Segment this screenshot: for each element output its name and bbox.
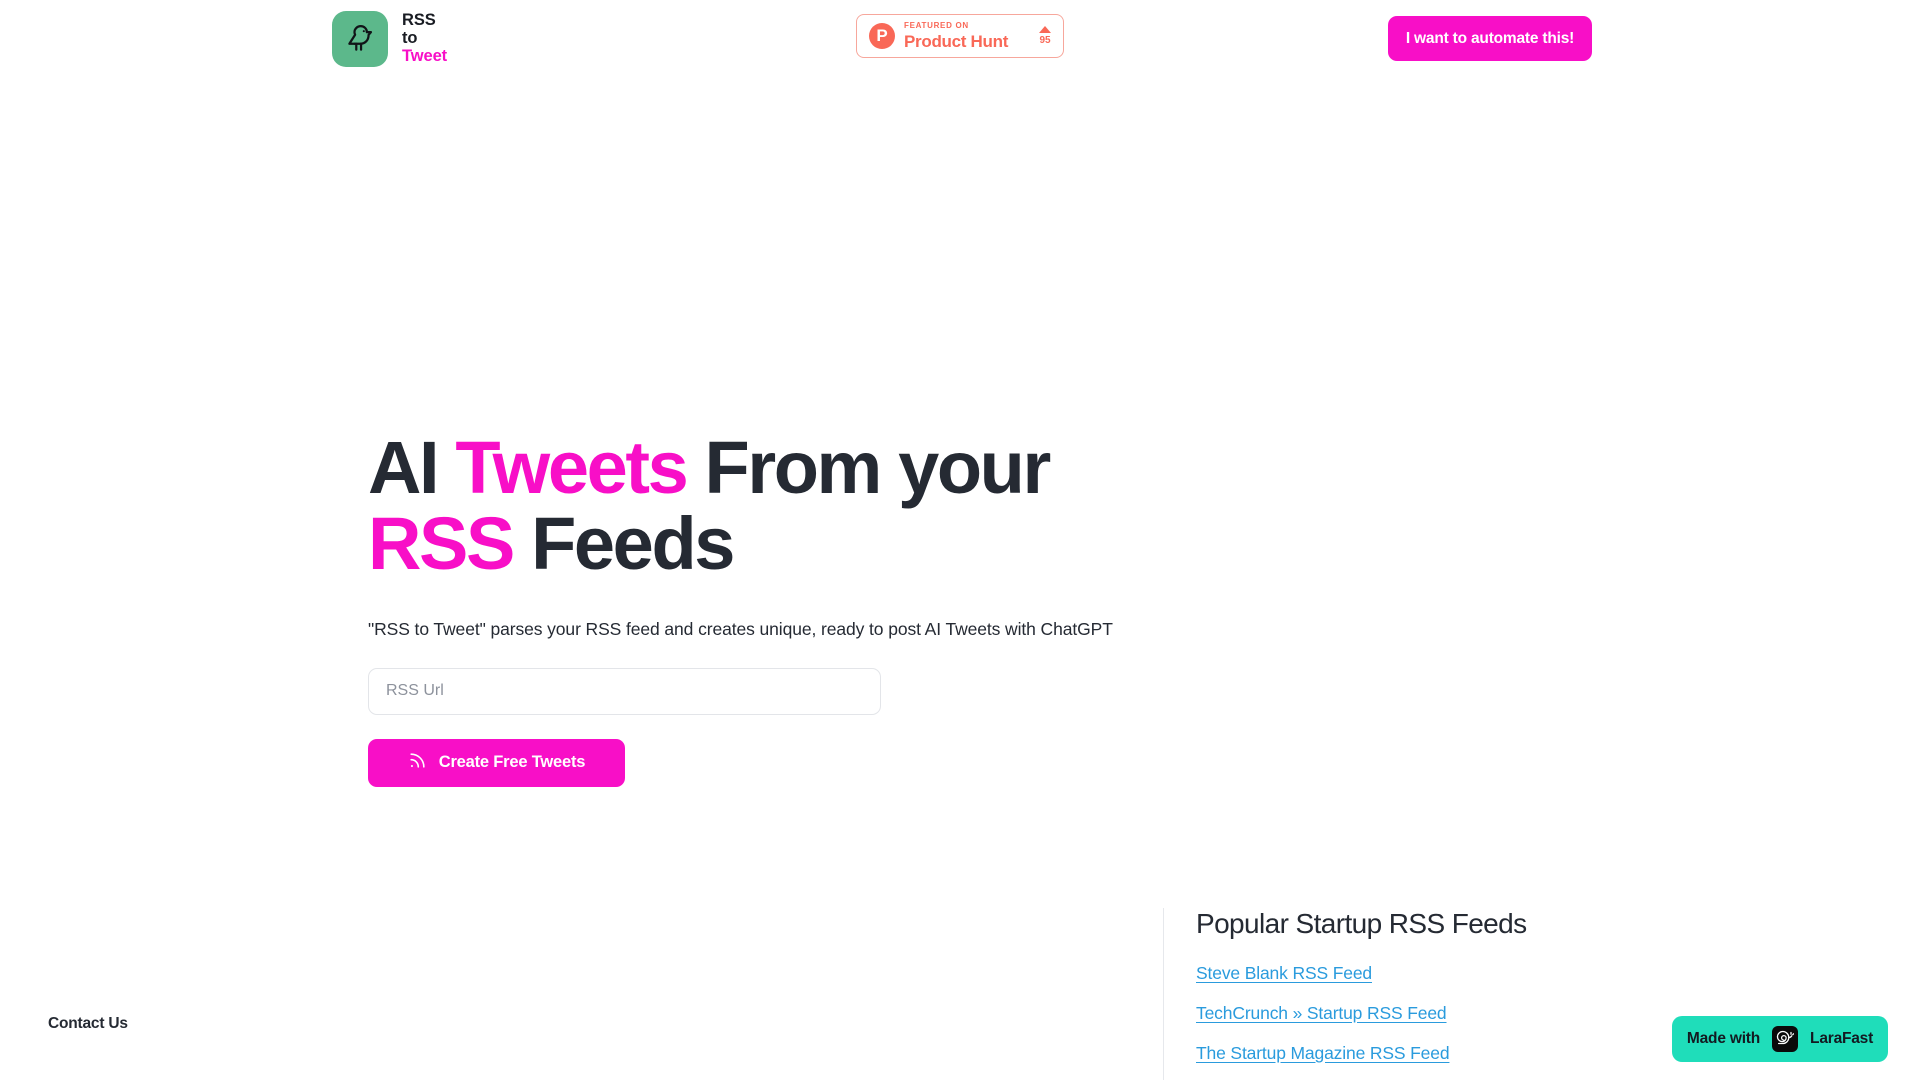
rss-url-input[interactable] xyxy=(368,667,881,715)
logo-wordmark: RSS to Tweet xyxy=(402,11,448,65)
larafast-brand-label: LaraFast xyxy=(1810,1030,1874,1047)
list-item: Steve Blank RSS Feed xyxy=(1196,961,1583,986)
logo-line-1: RSS xyxy=(402,11,436,30)
hero-content: AI Tweets From your RSS Feeds "RSS to Tw… xyxy=(368,429,1128,787)
create-free-tweets-button[interactable]: Create Free Tweets xyxy=(368,738,625,787)
snail-icon xyxy=(1772,1026,1799,1052)
headline-part-3: From your xyxy=(686,426,1052,509)
create-free-tweets-label: Create Free Tweets xyxy=(438,753,586,772)
site-header: RSS to Tweet P FEATURED ON Product Hunt … xyxy=(0,0,1920,80)
feed-link[interactable]: The Startup Magazine RSS Feed xyxy=(1196,1043,1450,1063)
feed-link[interactable]: Steve Blank RSS Feed xyxy=(1196,963,1372,983)
list-item: The Startup Magazine RSS Feed xyxy=(1196,1041,1583,1066)
feed-link[interactable]: TechCrunch » Startup RSS Feed xyxy=(1196,1003,1447,1023)
product-hunt-icon: P xyxy=(869,23,895,49)
popular-feeds-list: Steve Blank RSS Feed TechCrunch » Startu… xyxy=(1196,961,1583,1080)
rss-icon xyxy=(408,751,427,775)
product-hunt-votes: 95 xyxy=(1039,26,1051,46)
contact-us-link[interactable]: Contact Us xyxy=(48,1015,128,1033)
product-hunt-featured-label: FEATURED ON xyxy=(904,21,969,30)
page-title: AI Tweets From your RSS Feeds xyxy=(368,429,1128,586)
product-hunt-name: Product Hunt xyxy=(904,32,1009,51)
headline-part-4: RSS xyxy=(368,502,515,586)
logo-home-link[interactable]: RSS to Tweet xyxy=(332,11,447,67)
logo-line-3: Tweet xyxy=(402,46,448,65)
headline-part-2: Tweets xyxy=(455,426,688,509)
headline-part-1: AI xyxy=(368,426,456,509)
list-item: TechCrunch » Startup RSS Feed xyxy=(1196,1001,1583,1026)
popular-feeds-panel: Popular Startup RSS Feeds Steve Blank RS… xyxy=(1163,908,1583,1080)
product-hunt-text: FEATURED ON Product Hunt xyxy=(904,21,1030,51)
larafast-made-with-label: Made with xyxy=(1686,1030,1761,1047)
product-hunt-vote-count: 95 xyxy=(1039,35,1051,46)
headline-part-5: Feeds xyxy=(512,502,735,586)
automate-button[interactable]: I want to automate this! xyxy=(1388,16,1592,61)
upvote-triangle-icon xyxy=(1039,26,1051,33)
popular-feeds-title: Popular Startup RSS Feeds xyxy=(1196,908,1527,939)
bird-icon xyxy=(332,11,388,67)
hero-subtitle: "RSS to Tweet" parses your RSS feed and … xyxy=(368,619,1113,640)
product-hunt-badge[interactable]: P FEATURED ON Product Hunt 95 xyxy=(856,14,1064,58)
logo-line-2: to xyxy=(402,29,418,48)
larafast-badge[interactable]: Made with LaraFast xyxy=(1672,1016,1888,1062)
